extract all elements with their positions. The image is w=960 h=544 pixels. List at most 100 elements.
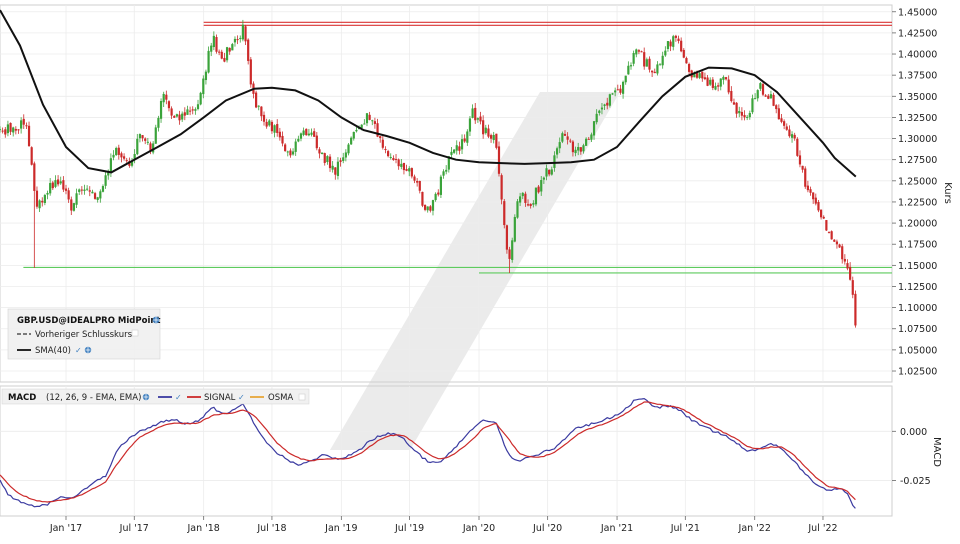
price-tick-label: 1.20000	[898, 219, 937, 230]
globe-icon[interactable]	[84, 346, 92, 354]
candle-body	[761, 84, 765, 95]
candle-body	[656, 64, 659, 74]
globe-icon[interactable]	[152, 316, 160, 324]
candle-body	[239, 37, 242, 39]
legend-osma-checkbox[interactable]	[298, 393, 306, 401]
macd-legend[interactable]: MACD (12, 26, 9 - EMA, EMA) ✓ SIGNAL ✓ O…	[1, 388, 310, 405]
candle-body	[336, 161, 340, 176]
candle-body	[75, 193, 78, 205]
candle-body	[268, 120, 271, 126]
candle-body	[405, 169, 408, 171]
legend-signal-check-icon[interactable]: ✓	[238, 393, 245, 402]
candle-body	[434, 193, 437, 201]
candle-body	[492, 134, 495, 141]
candle-body	[220, 51, 223, 59]
candle-body	[526, 204, 530, 206]
candle-body	[709, 79, 712, 85]
candle-body	[756, 90, 759, 99]
candle-body	[373, 121, 377, 124]
x-tick-label: Jan '22	[738, 523, 771, 534]
candle-body	[315, 135, 318, 149]
candle-body	[619, 88, 622, 93]
candle-body	[122, 156, 126, 159]
candle-body	[534, 187, 538, 205]
candle-body	[563, 133, 567, 136]
x-tick-label: Jul '17	[119, 523, 149, 534]
candle-body	[511, 240, 514, 260]
candle-body	[423, 204, 427, 210]
candle-body	[178, 114, 181, 121]
candle-body	[276, 124, 279, 133]
x-tick-label: Jul '18	[256, 523, 286, 534]
candle-body	[616, 89, 619, 91]
candle-body	[410, 168, 413, 177]
candle-body	[249, 59, 252, 85]
candle-body	[321, 152, 324, 155]
candle-body	[542, 177, 545, 180]
candle-body	[812, 192, 815, 200]
candle-body	[476, 118, 479, 120]
candle-body	[244, 26, 247, 42]
legend-prev-close-label: Vorheriger Schlusskurs	[35, 330, 133, 340]
candle-body	[402, 162, 406, 171]
candle-body	[421, 191, 424, 206]
candle-body	[598, 110, 601, 113]
candle-body	[22, 118, 25, 125]
candle-body	[658, 63, 662, 65]
x-tick-label: Jan '18	[186, 523, 219, 534]
candle-body	[165, 94, 168, 100]
candle-body	[162, 93, 165, 103]
candle-body	[545, 168, 548, 177]
price-tick-label: 1.32500	[898, 113, 937, 124]
candle-body	[730, 90, 733, 102]
candle-body	[67, 190, 70, 200]
candle-body	[199, 92, 202, 105]
legend-prev-close-checkbox[interactable]	[131, 329, 139, 337]
candle-body	[788, 129, 791, 137]
candle-body	[714, 85, 717, 90]
globe-icon[interactable]	[142, 393, 150, 401]
candle-body	[524, 193, 527, 203]
candle-body	[78, 189, 81, 192]
legend-sma-check-icon[interactable]: ✓	[75, 346, 82, 355]
candle-body	[474, 107, 477, 121]
candle-body	[772, 94, 775, 106]
candle-body	[798, 155, 802, 165]
candle-body	[558, 142, 561, 149]
candle-body	[508, 249, 511, 259]
candle-body	[445, 169, 448, 172]
candle-body	[777, 108, 780, 120]
candle-body	[785, 126, 788, 130]
candle-body	[86, 188, 89, 190]
candle-body	[769, 94, 773, 99]
price-tick-label: 1.07500	[898, 324, 937, 335]
candle-body	[680, 40, 683, 52]
candle-body	[64, 188, 68, 191]
price-tick-label: 1.10000	[898, 303, 937, 314]
candle-body	[664, 50, 667, 56]
candle-body	[719, 78, 722, 87]
candle-body	[281, 135, 284, 144]
candle-body	[748, 112, 751, 118]
candle-body	[468, 118, 472, 132]
candle-body	[653, 71, 656, 74]
price-legend[interactable]: GBP.USD@IDEALPRO MidPoint Vorheriger Sch…	[7, 308, 160, 360]
candle-body	[0, 129, 2, 131]
price-tick-label: 1.37500	[898, 71, 937, 82]
legend-macd-check-icon[interactable]: ✓	[175, 393, 182, 402]
candle-body	[764, 95, 767, 97]
candle-body	[672, 36, 675, 47]
candle-body	[294, 141, 297, 152]
candle-body	[278, 131, 281, 138]
candle-body	[83, 189, 86, 191]
candle-body	[548, 169, 551, 175]
candle-body	[299, 133, 303, 139]
candle-body	[484, 127, 487, 134]
candle-body	[125, 160, 128, 162]
candle-body	[41, 200, 44, 203]
candle-body	[27, 125, 31, 147]
candle-body	[59, 181, 62, 184]
candle-body	[254, 92, 258, 108]
candle-body	[553, 155, 556, 168]
candle-body	[629, 65, 633, 67]
